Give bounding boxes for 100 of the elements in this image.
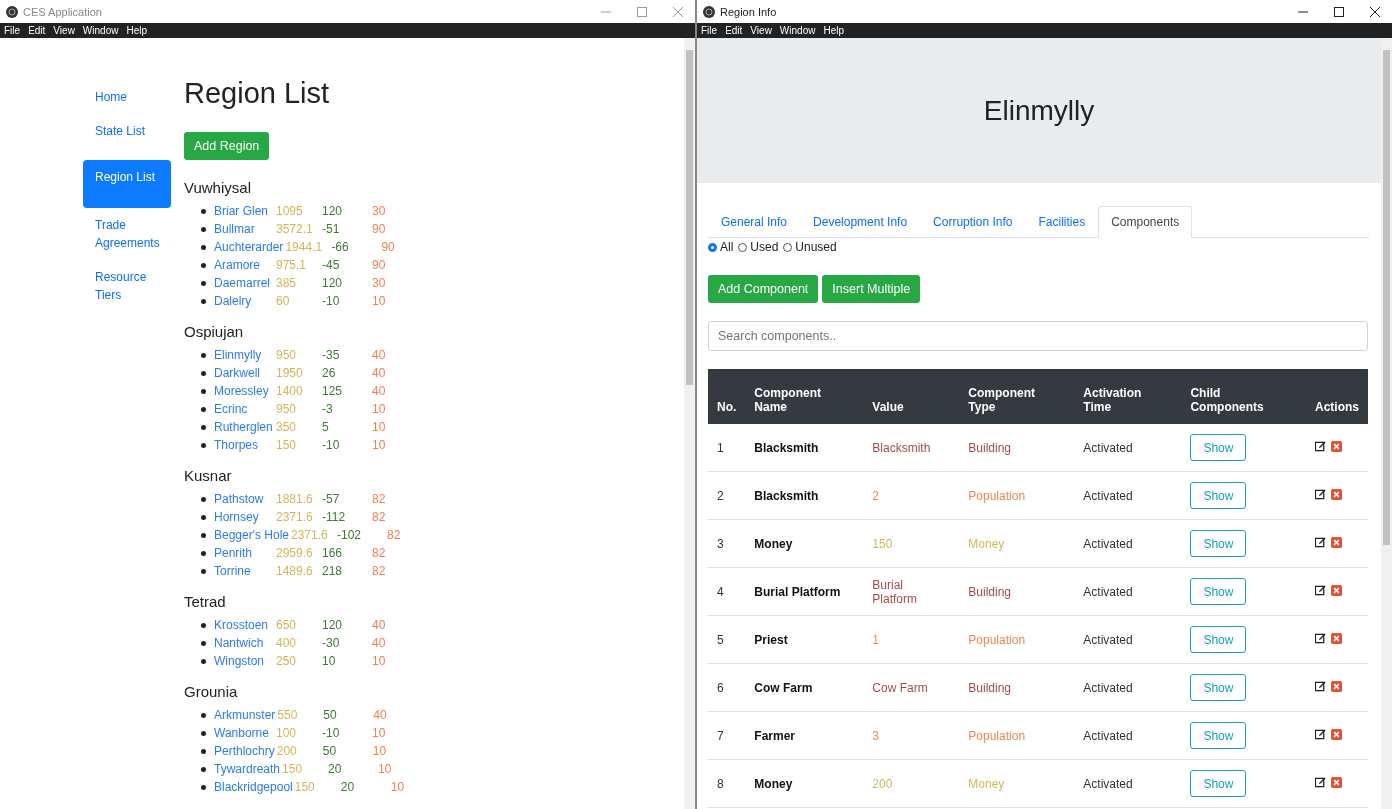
menu-item[interactable]: View [53,25,75,36]
menu-item[interactable]: Help [126,25,147,36]
region-link[interactable]: Darkwell [214,366,276,380]
edit-icon[interactable] [1314,488,1326,500]
region-link[interactable]: Krosstoen [214,618,276,632]
nav-link[interactable]: Region List [83,160,171,208]
nav-link[interactable]: Resource Tiers [83,260,171,312]
show-button[interactable]: Show [1190,578,1247,605]
region-link[interactable]: Wingston [214,654,276,668]
edit-icon[interactable] [1314,440,1326,452]
region-link[interactable]: Thorpes [214,438,276,452]
delete-icon[interactable] [1331,728,1343,740]
radio-button[interactable] [738,242,748,252]
region-value: 82 [372,510,386,524]
menu-item[interactable]: Edit [725,25,743,36]
edit-icon[interactable] [1314,536,1326,548]
search-field[interactable]: Search components.. [708,321,1368,351]
region-link[interactable]: Begger's Hole [214,528,291,542]
region-link[interactable]: Nantwich [214,636,276,650]
menu-item[interactable]: File [4,25,21,36]
delete-icon[interactable] [1331,680,1343,692]
region-link[interactable]: Hornsey [214,510,276,524]
region-value: 10 [378,762,392,776]
show-button[interactable]: Show [1190,770,1247,797]
region-link[interactable]: Auchterarder [214,240,286,254]
menu-item[interactable]: Window [779,25,816,36]
tab[interactable]: Facilities [1025,206,1099,237]
region-link[interactable]: Bullmar [214,222,276,236]
region-link[interactable]: Elinmylly [214,348,276,362]
region-value: 20 [328,762,343,776]
region-link[interactable]: Arkmunster [214,708,278,722]
region-value: 60 [276,294,291,308]
edit-icon[interactable] [1314,728,1326,740]
region-value: 100 [276,726,298,740]
delete-icon[interactable] [1331,584,1343,596]
radio-button[interactable] [783,242,793,252]
region-link[interactable]: Blackridgepool [214,780,295,794]
edit-icon[interactable] [1314,680,1326,692]
region-value: 150 [294,780,316,794]
edit-icon[interactable] [1314,776,1326,788]
region-value: -10 [322,726,341,740]
tab[interactable]: Development Info [800,206,921,237]
region-value: -35 [322,348,341,362]
menu-item[interactable]: View [750,25,772,36]
region-link[interactable]: Briar Glen [214,204,276,218]
delete-icon[interactable] [1331,440,1343,452]
show-button[interactable]: Show [1190,626,1247,653]
region-link[interactable]: Torrine [214,564,276,578]
nav-link[interactable]: Home [83,80,171,114]
scrollbar[interactable] [1381,38,1392,809]
component-type: Population [959,615,1075,664]
radio-button[interactable] [708,242,717,252]
delete-icon[interactable] [1331,536,1343,548]
region-link[interactable]: Ecrinc [214,402,276,416]
region-link[interactable]: Tywardreath [214,762,283,776]
edit-icon[interactable] [1314,584,1326,596]
region-value: 10 [372,438,386,452]
scrollbar[interactable] [684,38,695,809]
region-value: 385 [276,276,298,290]
show-button[interactable]: Show [1190,722,1247,749]
tab[interactable]: General Info [708,206,801,237]
region-link[interactable]: Wanborne [214,726,276,740]
edit-icon[interactable] [1314,632,1326,644]
add-region-button[interactable]: Add Region [184,132,270,160]
region-link[interactable]: Pathstow [214,492,276,506]
region-value: 1950 [276,366,304,380]
region-link[interactable]: Penrith [214,546,276,560]
region-link[interactable]: Aramore [214,258,276,272]
nav-link[interactable]: State List [83,114,171,148]
action-button[interactable]: Add Component [708,275,819,303]
radio-label: All [720,240,734,254]
menu-item[interactable]: File [701,25,718,36]
bullet-icon [201,766,206,772]
close-icon[interactable] [1370,6,1380,17]
show-button[interactable]: Show [1190,530,1247,557]
delete-icon[interactable] [1331,632,1343,644]
region-link[interactable]: Moressley [214,384,276,398]
bullet-icon [201,496,206,502]
bullet-icon [201,280,206,286]
menu-item[interactable]: Window [82,25,119,36]
tab[interactable]: Corruption Info [920,206,1026,237]
delete-icon[interactable] [1331,776,1343,788]
show-button[interactable]: Show [1190,482,1247,509]
region-link[interactable]: Rutherglen [214,420,276,434]
menu-item[interactable]: Help [823,25,844,36]
nav-link[interactable]: Trade Agreements [83,208,171,260]
bullet-icon [201,640,206,646]
show-button[interactable]: Show [1190,674,1247,701]
show-button[interactable]: Show [1190,434,1247,461]
region-link[interactable]: Dalelry [214,294,276,308]
maximize-icon[interactable] [1334,6,1344,17]
action-button[interactable]: Insert Multiple [822,275,921,303]
activation-time: Activated [1074,519,1182,568]
delete-icon[interactable] [1331,488,1343,500]
region-value: 10 [322,654,337,668]
tab[interactable]: Components [1098,206,1193,238]
region-link[interactable]: Perthlochry [214,744,277,758]
region-value: 40 [372,618,386,632]
menu-item[interactable]: Edit [28,25,46,36]
region-link[interactable]: Daemarrel [214,276,276,290]
